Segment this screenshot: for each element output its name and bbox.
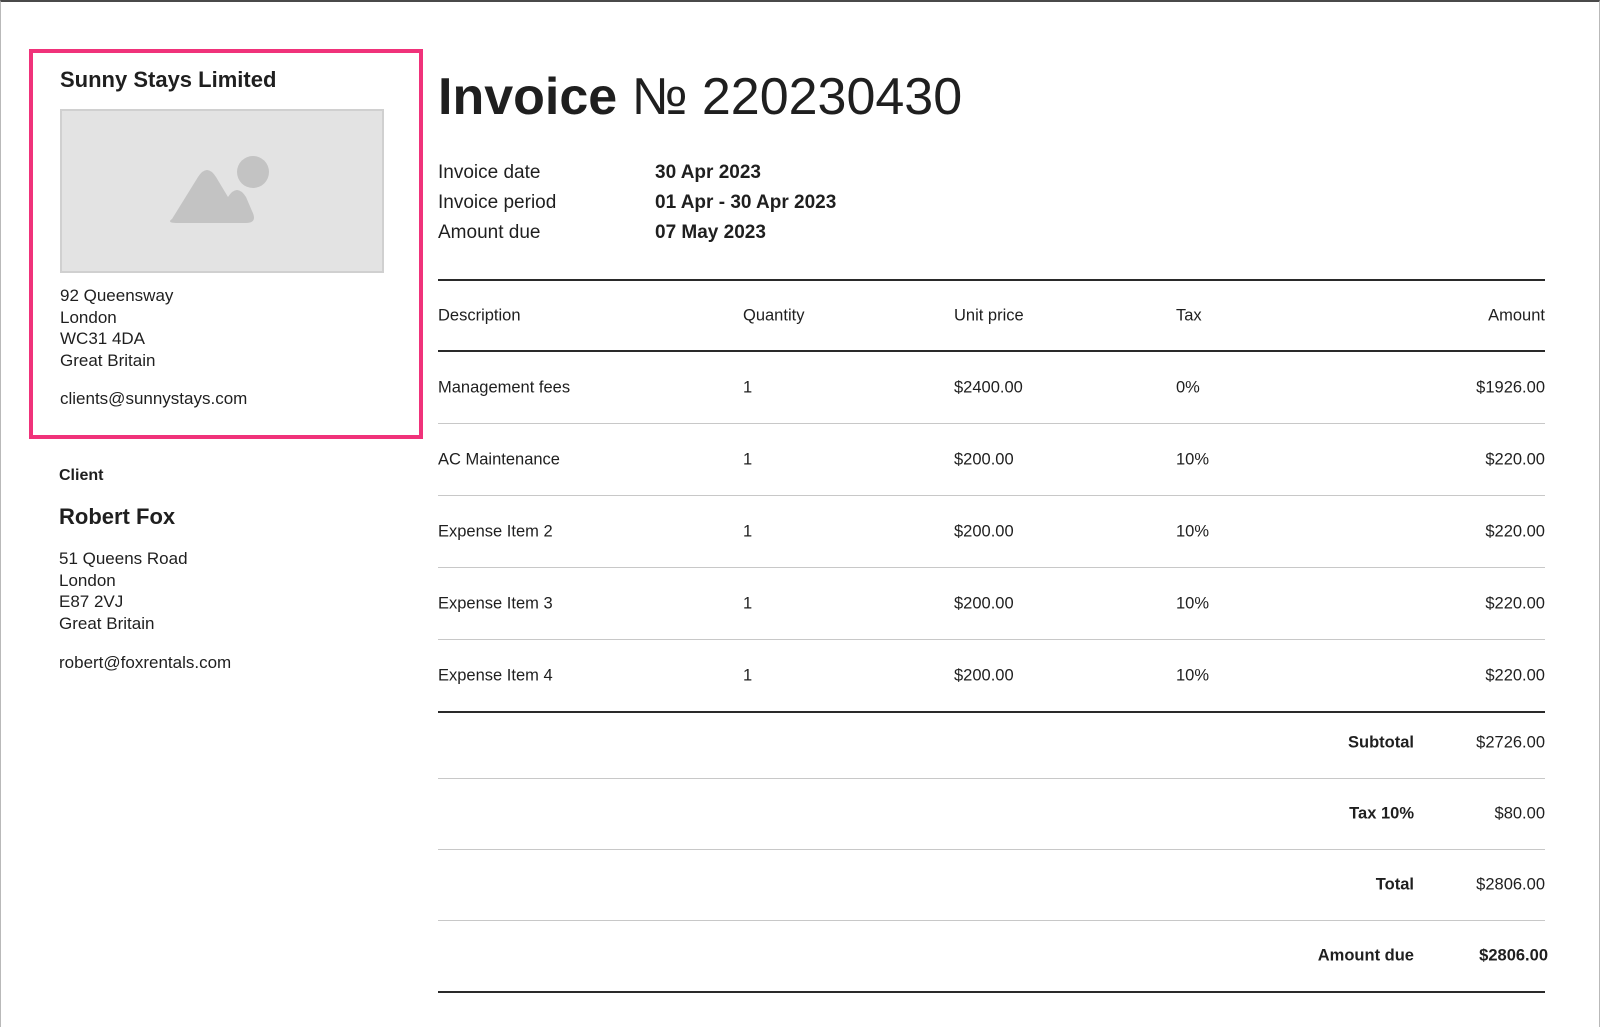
- totals-label: Total: [1375, 875, 1414, 894]
- cell-unit-price: $200.00: [954, 522, 1014, 540]
- client-address-line: Great Britain: [59, 613, 155, 633]
- amount-due-row: Amount due $2806.00: [438, 921, 1548, 993]
- line-items-table: Description Quantity Unit price Tax Amou…: [438, 279, 1545, 713]
- company-address-line: London: [60, 307, 117, 327]
- totals-section: Subtotal $2726.00 Tax 10% $80.00 Total $…: [438, 708, 1548, 993]
- header-amount: Amount: [1488, 306, 1545, 324]
- cell-tax: 10%: [1176, 666, 1210, 684]
- invoice-title-word: Invoice: [438, 68, 618, 126]
- header-unit-price: Unit price: [954, 306, 1024, 324]
- cell-quantity: 1: [743, 450, 753, 468]
- table-row: Expense Item 3 1 $200.00 10% $220.00: [438, 568, 1545, 640]
- client-address-line: E87 2VJ: [59, 592, 124, 611]
- client-email: robert@foxrentals.com: [59, 653, 232, 672]
- cell-quantity: 1: [743, 522, 753, 540]
- totals-value: $2806.00: [1476, 875, 1545, 894]
- meta-value: 07 May 2023: [655, 222, 766, 243]
- cell-quantity: 1: [743, 666, 753, 684]
- cell-description: Expense Item 3: [438, 594, 553, 612]
- table-row: AC Maintenance 1 $200.00 10% $220.00: [438, 424, 1545, 496]
- total-row: Total $2806.00: [438, 850, 1545, 921]
- invoice-title: Invoice № 220230430: [438, 66, 962, 128]
- invoice-number: № 220230430: [631, 68, 963, 126]
- table-row: Expense Item 2 1 $200.00 10% $220.00: [438, 496, 1545, 568]
- table-row: Expense Item 4 1 $200.00 10% $220.00: [438, 640, 1545, 713]
- cell-amount: $220.00: [1485, 594, 1545, 612]
- cell-description: Expense Item 2: [438, 522, 553, 540]
- client-address: 51 Queens Road London E87 2VJ Great Brit…: [59, 548, 188, 634]
- totals-label: Amount due: [1317, 946, 1414, 965]
- meta-row-amount-due: Amount due 07 May 2023: [438, 222, 938, 252]
- cell-unit-price: $200.00: [954, 594, 1014, 612]
- client-label: Client: [59, 467, 104, 484]
- cell-description: Expense Item 4: [438, 666, 553, 684]
- table-header-row: Description Quantity Unit price Tax Amou…: [438, 279, 1545, 352]
- company-address-line: Great Britain: [60, 350, 156, 370]
- cell-amount: $220.00: [1485, 666, 1545, 684]
- cell-tax: 10%: [1176, 450, 1210, 468]
- cell-amount: $220.00: [1485, 450, 1545, 468]
- client-address-line: London: [59, 570, 116, 590]
- totals-label: Subtotal: [1348, 733, 1414, 752]
- company-card[interactable]: Sunny Stays Limited 92 Queensway London …: [29, 49, 423, 439]
- invoice-meta: Invoice date 30 Apr 2023 Invoice period …: [438, 162, 938, 252]
- table-row: Management fees 1 $2400.00 0% $1926.00: [438, 352, 1545, 424]
- totals-value: $80.00: [1494, 804, 1545, 823]
- cell-description: AC Maintenance: [438, 450, 560, 468]
- tax-row: Tax 10% $80.00: [438, 779, 1545, 850]
- cell-tax: 10%: [1176, 594, 1210, 612]
- header-tax: Tax: [1176, 306, 1202, 324]
- meta-label: Invoice date: [438, 162, 541, 183]
- header-description: Description: [438, 306, 521, 324]
- meta-value: 30 Apr 2023: [655, 162, 761, 183]
- cell-tax: 10%: [1176, 522, 1210, 540]
- company-address-line: 92 Queensway: [60, 286, 174, 305]
- subtotal-row: Subtotal $2726.00: [438, 708, 1545, 779]
- totals-value: $2726.00: [1476, 733, 1545, 752]
- totals-value: $2806.00: [1479, 946, 1548, 965]
- invoice-page: Sunny Stays Limited 92 Queensway London …: [0, 0, 1600, 1027]
- cell-amount: $220.00: [1485, 522, 1545, 540]
- meta-row-invoice-period: Invoice period 01 Apr - 30 Apr 2023: [438, 192, 938, 222]
- cell-quantity: 1: [743, 378, 753, 396]
- company-address-line: WC31 4DA: [60, 329, 146, 348]
- cell-unit-price: $2400.00: [954, 378, 1023, 396]
- company-address: 92 Queensway London WC31 4DA Great Brita…: [60, 285, 173, 371]
- totals-label: Tax 10%: [1349, 804, 1414, 823]
- meta-value: 01 Apr - 30 Apr 2023: [655, 192, 837, 213]
- header-quantity: Quantity: [743, 306, 805, 324]
- company-logo: [60, 109, 384, 273]
- meta-label: Invoice period: [438, 192, 557, 213]
- cell-amount: $1926.00: [1476, 378, 1545, 396]
- meta-label: Amount due: [438, 222, 541, 243]
- image-placeholder-icon: [170, 156, 269, 223]
- cell-unit-price: $200.00: [954, 450, 1014, 468]
- client-name: Robert Fox: [59, 504, 176, 529]
- cell-unit-price: $200.00: [954, 666, 1014, 684]
- client-address-line: 51 Queens Road: [59, 549, 188, 568]
- cell-tax: 0%: [1176, 378, 1200, 396]
- cell-description: Management fees: [438, 378, 571, 396]
- company-name: Sunny Stays Limited: [60, 67, 277, 92]
- meta-row-invoice-date: Invoice date 30 Apr 2023: [438, 162, 938, 192]
- company-email: clients@sunnystays.com: [60, 389, 248, 408]
- cell-quantity: 1: [743, 594, 753, 612]
